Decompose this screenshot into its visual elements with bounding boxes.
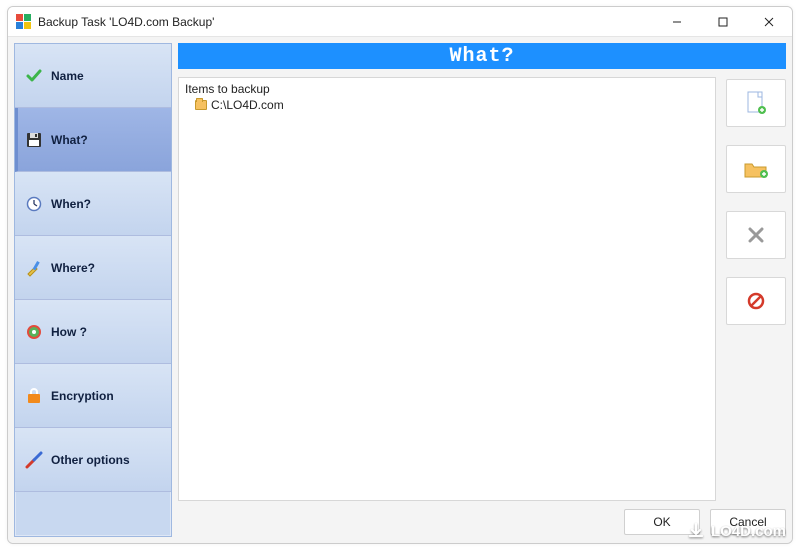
sidebar: Name What? When? Where? — [14, 43, 172, 537]
page-title: What? — [178, 43, 786, 69]
dialog-window: Backup Task 'LO4D.com Backup' Name — [7, 6, 793, 544]
folder-icon — [195, 100, 207, 110]
sidebar-item-when[interactable]: When? — [15, 172, 171, 236]
dialog-buttons: OK Cancel — [178, 501, 786, 537]
tools-icon — [25, 259, 43, 277]
titlebar: Backup Task 'LO4D.com Backup' — [8, 7, 792, 37]
sidebar-item-label: Encryption — [51, 389, 114, 403]
check-icon — [25, 67, 43, 85]
minimize-button[interactable] — [654, 7, 700, 36]
list-item-path: C:\LO4D.com — [211, 98, 284, 112]
sidebar-item-how[interactable]: How ? — [15, 300, 171, 364]
file-add-icon — [745, 90, 767, 116]
wrench-icon — [25, 451, 43, 469]
action-buttons — [726, 77, 786, 501]
clock-icon — [25, 195, 43, 213]
cancel-button[interactable]: Cancel — [710, 509, 786, 535]
list-item[interactable]: C:\LO4D.com — [185, 98, 709, 112]
add-file-button[interactable] — [726, 79, 786, 127]
sidebar-item-name[interactable]: Name — [15, 44, 171, 108]
sidebar-item-label: Name — [51, 69, 84, 83]
window-controls — [654, 7, 792, 36]
disc-icon — [25, 323, 43, 341]
remove-button[interactable] — [726, 211, 786, 259]
sidebar-item-other-options[interactable]: Other options — [15, 428, 171, 492]
clear-button[interactable] — [726, 277, 786, 325]
ok-button[interactable]: OK — [624, 509, 700, 535]
sidebar-item-label: Where? — [51, 261, 95, 275]
lock-icon — [25, 387, 43, 405]
window-title: Backup Task 'LO4D.com Backup' — [38, 15, 214, 29]
dialog-body: Name What? When? Where? — [8, 37, 792, 543]
sidebar-item-label: What? — [51, 133, 88, 147]
sidebar-item-label: Other options — [51, 453, 130, 467]
sidebar-item-encryption[interactable]: Encryption — [15, 364, 171, 428]
close-button[interactable] — [746, 7, 792, 36]
no-entry-icon — [746, 291, 766, 311]
sidebar-item-label: When? — [51, 197, 91, 211]
items-list[interactable]: Items to backup C:\LO4D.com — [178, 77, 716, 501]
sidebar-item-where[interactable]: Where? — [15, 236, 171, 300]
maximize-icon — [718, 17, 728, 27]
main-panel: What? Items to backup C:\LO4D.com — [178, 43, 786, 537]
items-list-header: Items to backup — [185, 82, 709, 96]
app-icon — [16, 14, 32, 30]
sidebar-item-what[interactable]: What? — [15, 108, 171, 172]
folder-add-icon — [743, 158, 769, 180]
maximize-button[interactable] — [700, 7, 746, 36]
minimize-icon — [672, 17, 682, 27]
x-icon — [747, 226, 765, 244]
sidebar-item-label: How ? — [51, 325, 87, 339]
add-folder-button[interactable] — [726, 145, 786, 193]
close-icon — [764, 17, 774, 27]
floppy-icon — [25, 131, 43, 149]
content-row: Items to backup C:\LO4D.com — [178, 77, 786, 501]
